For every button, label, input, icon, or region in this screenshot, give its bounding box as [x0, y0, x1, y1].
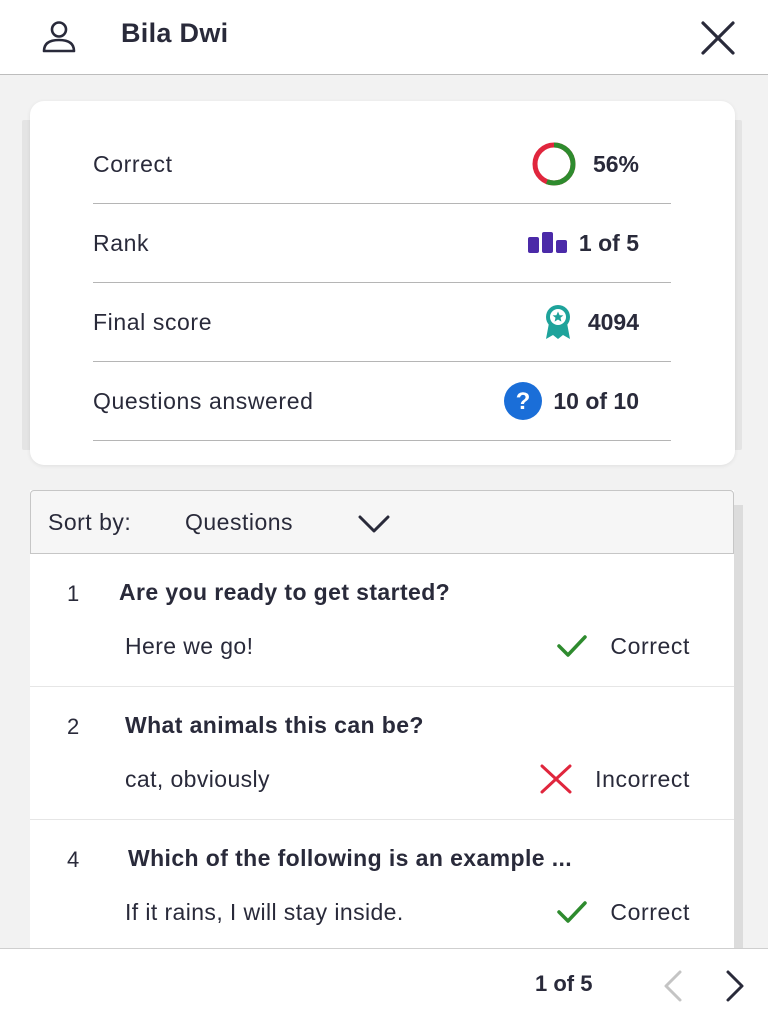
user-icon: [42, 21, 76, 53]
user-name: Bila Dwi: [121, 18, 229, 48]
chevron-down-icon[interactable]: [357, 513, 391, 535]
stat-label: Questions answered: [93, 387, 314, 414]
question-answer: If it rains, I will stay inside.: [125, 899, 404, 925]
sort-label: Sort by:: [48, 509, 132, 535]
question-number: 4: [67, 847, 80, 872]
check-icon: [557, 901, 588, 923]
svg-text:?: ?: [516, 388, 531, 415]
question-number: 2: [67, 714, 80, 739]
question-item[interactable]: 2 What animals this can be? cat, obvious…: [30, 687, 734, 820]
stat-row-final-score: Final score 4094: [93, 283, 671, 362]
question-status: Correct: [610, 898, 690, 925]
question-item[interactable]: 1 Are you ready to get started? Here we …: [30, 554, 734, 687]
question-text: What animals this can be?: [125, 712, 424, 738]
stat-value-correct: 56%: [592, 150, 639, 177]
stat-row-rank: Rank 1 of 5: [93, 204, 671, 283]
check-icon: [557, 635, 588, 657]
stat-label: Rank: [93, 229, 150, 256]
header-bar: Bila Dwi: [0, 0, 768, 75]
sort-value[interactable]: Questions: [185, 509, 293, 536]
question-number: 1: [67, 581, 80, 606]
stat-row-correct: Correct 56%: [93, 125, 671, 204]
stats-card: Correct 56% Rank 1 of 5 Final score 4094…: [30, 101, 735, 465]
sort-dropdown[interactable]: Sort by: Questions: [30, 490, 734, 554]
stat-value-final-score: 4094: [587, 308, 639, 335]
stat-value-questions-answered: 10 of 10: [553, 387, 639, 414]
question-answer: cat, obviously: [125, 766, 270, 792]
question-text: Are you ready to get started?: [119, 579, 451, 605]
question-answer: Here we go!: [125, 633, 254, 659]
question-text: Which of the following is an example ...: [128, 845, 573, 871]
stat-row-questions-answered: Questions answered ? 10 of 10: [93, 362, 671, 441]
close-button[interactable]: [698, 18, 738, 58]
accuracy-ring-icon: [532, 142, 576, 186]
stat-label: Correct: [93, 150, 173, 177]
question-status: Incorrect: [595, 765, 690, 792]
question-status: Correct: [610, 632, 690, 659]
chevron-right-icon[interactable]: [722, 969, 748, 1003]
page-indicator: 1 of 5: [535, 971, 593, 996]
chevron-left-icon[interactable]: [660, 969, 686, 1003]
podium-icon: [527, 232, 567, 253]
question-circle-icon: ?: [504, 382, 543, 420]
stat-value-rank: 1 of 5: [578, 229, 639, 256]
cross-icon: [540, 764, 572, 794]
question-item[interactable]: 4 Which of the following is an example .…: [30, 820, 734, 950]
pagination-bar: 1 of 5: [0, 948, 768, 1024]
award-ribbon-icon: [545, 305, 570, 339]
stat-label: Final score: [93, 308, 213, 335]
results-panel: Sort by: Questions 1 Are you ready to ge…: [30, 490, 734, 950]
